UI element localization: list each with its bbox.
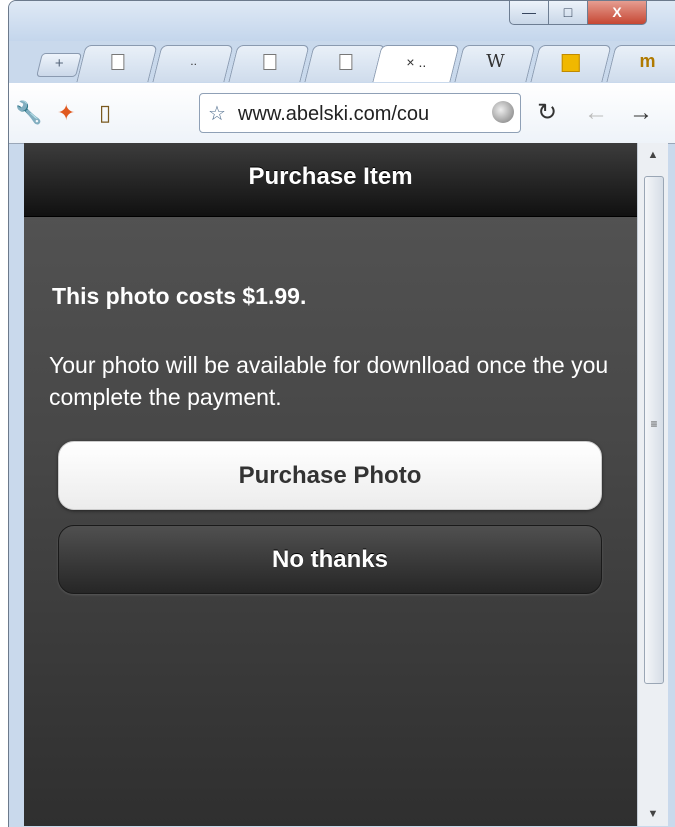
purchase-photo-button[interactable]: Purchase Photo <box>58 441 602 510</box>
back-arrow-icon[interactable]: ← <box>584 101 608 125</box>
browser-toolbar: 🔧 ✦ ▯ ☆ www.abelski.com/cou ↻ ← → <box>9 83 675 144</box>
cost-text: This photo costs $1.99. <box>52 283 307 309</box>
minimize-button[interactable]: — <box>509 1 549 25</box>
wrench-icon[interactable]: 🔧 <box>15 101 42 125</box>
tab-label: × .. <box>406 54 427 70</box>
reload-icon[interactable]: ↻ <box>537 101 557 125</box>
page-icon <box>262 54 276 70</box>
tab-2[interactable]: .. <box>152 45 234 82</box>
tab-wikipedia[interactable]: W <box>454 45 536 82</box>
scroll-up-icon[interactable]: ▲ <box>638 143 668 167</box>
globe-icon <box>492 101 514 123</box>
tab-3[interactable] <box>228 45 310 82</box>
page-title: Purchase Item <box>248 163 413 190</box>
yellow-square-icon <box>561 54 580 72</box>
tab-7[interactable] <box>530 45 612 82</box>
description-text: Your photo will be available for downllo… <box>49 352 609 410</box>
page-viewport: Purchase Item This photo costs $1.99. Yo… <box>24 143 637 826</box>
forward-arrow-icon[interactable]: → <box>629 101 653 125</box>
page-icon <box>110 54 124 70</box>
tab-8[interactable]: m <box>606 45 675 82</box>
new-tab-button[interactable]: + <box>36 53 82 77</box>
plus-icon: + <box>54 55 64 72</box>
tab-active[interactable]: × .. <box>372 45 460 82</box>
vertical-scrollbar[interactable]: ▲ ≡ ▼ <box>637 143 668 826</box>
no-thanks-button[interactable]: No thanks <box>58 525 602 594</box>
tab-strip: + .. × .. W m <box>9 39 675 83</box>
favicon-icon: m <box>639 51 656 71</box>
tab-1[interactable] <box>76 45 158 82</box>
page-icon <box>338 54 352 70</box>
tab-label: .. <box>190 54 197 68</box>
maximize-button[interactable]: □ <box>548 1 588 25</box>
scroll-down-icon[interactable]: ▼ <box>638 802 668 826</box>
wikipedia-icon: W <box>486 51 505 72</box>
star-icon[interactable]: ☆ <box>208 101 226 126</box>
scroll-thumb[interactable]: ≡ <box>644 176 664 684</box>
close-window-button[interactable]: X <box>587 1 647 25</box>
url-text: www.abelski.com/cou <box>238 103 430 125</box>
bookmark-extension-icon[interactable]: ✦ <box>57 101 75 125</box>
address-bar[interactable]: ☆ www.abelski.com/cou <box>199 93 521 133</box>
page-header: Purchase Item <box>24 143 637 217</box>
grip-icon: ≡ <box>650 417 658 431</box>
clipboard-icon[interactable]: ▯ <box>99 101 111 125</box>
